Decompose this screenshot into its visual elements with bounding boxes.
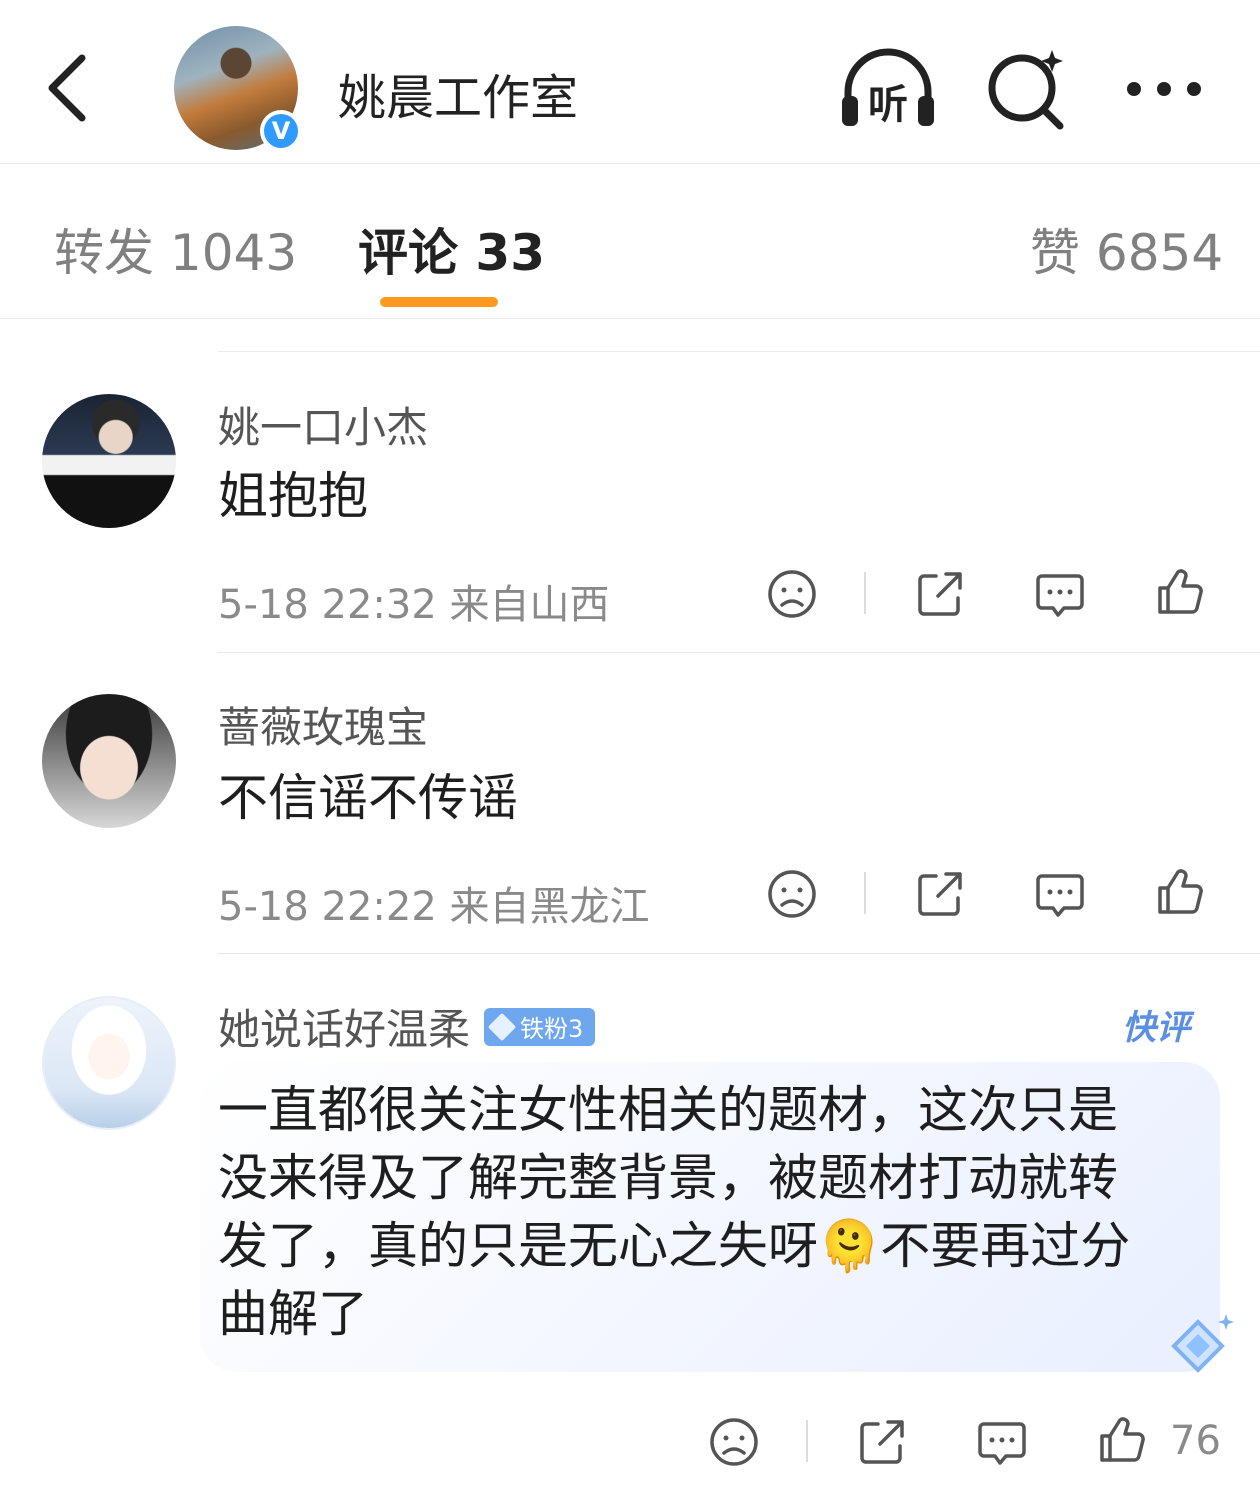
- profile-avatar[interactable]: V: [174, 26, 302, 152]
- share-button[interactable]: [850, 1410, 914, 1474]
- svg-text:听: 听: [868, 82, 908, 128]
- comment-text: 不信谣不传谣: [218, 769, 518, 827]
- tab-bar: 转发 1043 评论 33 赞 6854: [0, 165, 1260, 319]
- comment-bubble-icon: [1036, 574, 1084, 617]
- dislike-button[interactable]: [760, 562, 824, 626]
- active-tab-indicator: [380, 297, 498, 307]
- commenter-name[interactable]: 姚一口小杰: [218, 394, 428, 455]
- share-icon: [860, 1420, 904, 1464]
- headphones-icon: 听: [842, 48, 934, 128]
- tab-likes[interactable]: 赞 6854: [1030, 213, 1223, 285]
- share-button[interactable]: [908, 862, 972, 926]
- dislike-button[interactable]: [760, 862, 824, 926]
- quick-comment-tag: 快评: [1122, 1008, 1190, 1048]
- comment-meta: 5-18 22:32 来自山西: [218, 582, 610, 628]
- comment-bubble-icon: [978, 1422, 1026, 1465]
- commenter-name[interactable]: 蔷薇玫瑰宝: [218, 694, 428, 755]
- divider: [218, 652, 1260, 653]
- commenter-avatar[interactable]: [42, 996, 176, 1130]
- search-button[interactable]: [978, 44, 1078, 134]
- search-icon: [988, 50, 1064, 130]
- back-arrow-icon[interactable]: [40, 48, 100, 128]
- share-icon: [918, 872, 962, 916]
- like-button[interactable]: [1090, 1408, 1154, 1472]
- sad-face-icon: [768, 870, 816, 918]
- more-button[interactable]: [1114, 44, 1214, 134]
- divider: [218, 953, 1260, 954]
- action-separator: [864, 572, 866, 614]
- like-button[interactable]: [1148, 860, 1212, 924]
- sad-face-icon: [710, 1418, 758, 1466]
- like-count: 76: [1170, 1418, 1221, 1464]
- comment-text: 一直都很关注女性相关的题材，这次只是 没来得及了解完整背景，被题材打动就转 发了…: [218, 1076, 1130, 1348]
- divider: [218, 351, 1260, 352]
- comment-text-line: 一直都很关注女性相关的题材，这次只是: [218, 1081, 1118, 1139]
- listen-button[interactable]: 听: [838, 44, 938, 134]
- comment-text: 姐抱抱: [218, 467, 368, 525]
- commenter-name-row: 她说话好温柔 铁粉3: [218, 996, 596, 1057]
- reply-button[interactable]: [1028, 862, 1092, 926]
- commenter-name[interactable]: 她说话好温柔: [218, 1005, 470, 1054]
- share-button[interactable]: [908, 562, 972, 626]
- comment-text-line: 曲解了: [218, 1285, 368, 1343]
- dislike-button[interactable]: [702, 1410, 766, 1474]
- thumbs-up-icon: [1158, 569, 1203, 614]
- thumbs-up-icon: [1100, 1417, 1145, 1462]
- top-bar: V 姚晨工作室 听: [0, 0, 1260, 164]
- comment-text-line: 发了，真的只是无心之失呀🫠不要再过分: [218, 1217, 1131, 1275]
- reply-button[interactable]: [970, 1410, 1034, 1474]
- sad-face-icon: [768, 570, 816, 618]
- diamond-icon: [487, 1012, 517, 1041]
- page-title: 姚晨工作室: [338, 70, 579, 126]
- thumbs-up-icon: [1158, 869, 1203, 914]
- verified-badge-icon: V: [260, 110, 302, 152]
- sparkle-diamond-icon: [1160, 1310, 1240, 1380]
- commenter-avatar[interactable]: [42, 694, 176, 828]
- tab-reposts[interactable]: 转发 1043: [54, 213, 297, 285]
- reply-button[interactable]: [1028, 562, 1092, 626]
- comment-text-line: 没来得及了解完整背景，被题材打动就转: [218, 1149, 1118, 1207]
- action-separator: [806, 1420, 808, 1462]
- like-button[interactable]: [1148, 560, 1212, 624]
- tab-comments[interactable]: 评论 33: [358, 213, 545, 285]
- comment-bubble-icon: [1036, 874, 1084, 917]
- action-separator: [864, 872, 866, 914]
- comment-meta: 5-18 22:22 来自黑龙江: [218, 884, 650, 930]
- fan-level-label: 铁粉3: [520, 1015, 584, 1043]
- commenter-avatar[interactable]: [42, 394, 176, 528]
- more-dots-icon: [1127, 82, 1201, 96]
- fan-level-badge[interactable]: 铁粉3: [484, 1007, 596, 1046]
- share-icon: [918, 572, 962, 616]
